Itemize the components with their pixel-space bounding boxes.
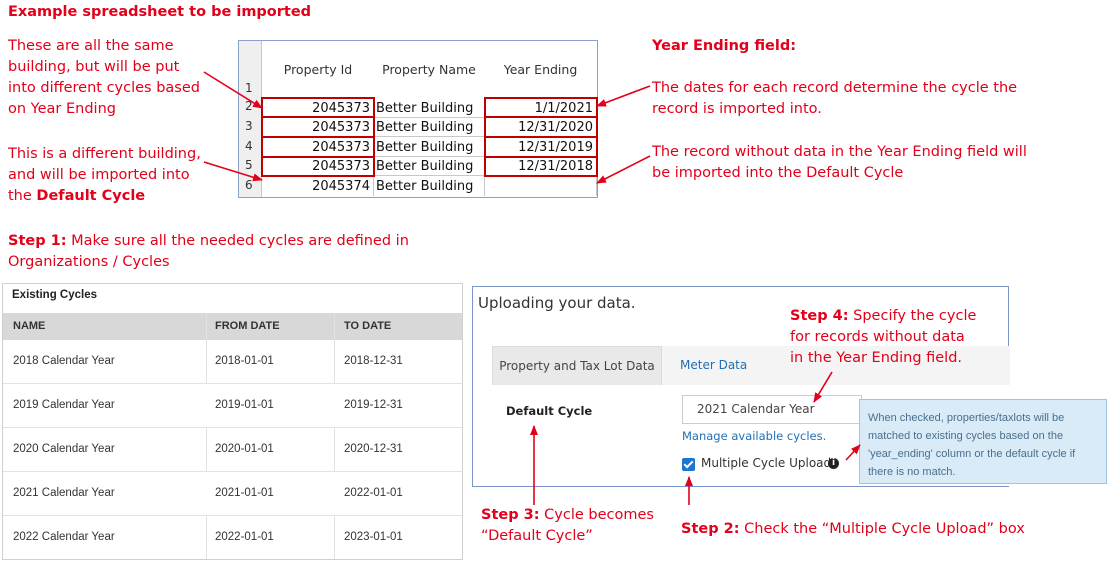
manage-cycles-link[interactable]: Manage available cycles. xyxy=(682,429,826,443)
arrow-no-data xyxy=(596,155,651,184)
note-year-ending-title: Year Ending field: xyxy=(652,38,797,54)
cycle-name: 2021 Calendar Year xyxy=(13,487,115,499)
row-number: 5 xyxy=(245,158,253,172)
cycles-header-row: NAME FROM DATE TO DATE xyxy=(3,313,462,340)
cell-property-name: Better Building xyxy=(374,138,485,157)
cycle-from-date: 2022-01-01 xyxy=(215,531,274,543)
cycle-from-date: 2018-01-01 xyxy=(215,355,274,367)
cycle-to-date: 2020-12-31 xyxy=(344,443,403,455)
default-cycle-label: Default Cycle xyxy=(506,404,593,418)
cell-property-name: Better Building xyxy=(374,118,485,137)
tab-property-tax-lot[interactable]: Property and Tax Lot Data xyxy=(492,346,662,385)
highlight-row xyxy=(261,97,375,118)
header-from-date: FROM DATE xyxy=(215,320,280,332)
row-number: 6 xyxy=(245,178,253,192)
page-heading: Example spreadsheet to be imported xyxy=(8,4,312,20)
cycle-from-date: 2019-01-01 xyxy=(215,399,274,411)
highlight-row xyxy=(484,97,598,118)
multiple-cycle-checkbox[interactable] xyxy=(682,458,695,471)
cycle-from-date: 2020-01-01 xyxy=(215,443,274,455)
cell-year-ending xyxy=(485,177,597,196)
row-number: 4 xyxy=(245,139,253,153)
cycle-to-date: 2023-01-01 xyxy=(344,531,403,543)
cycle-name: 2019 Calendar Year xyxy=(13,399,115,411)
table-row[interactable]: 2020 Calendar Year 2020-01-01 2020-12-31 xyxy=(3,428,462,472)
row-number: 1 xyxy=(245,81,253,95)
note-same-building: These are all the same building, but wil… xyxy=(8,38,200,117)
cell-property-name: Better Building xyxy=(374,99,485,118)
highlight-row xyxy=(484,116,598,138)
highlight-row xyxy=(261,136,375,158)
highlight-row xyxy=(484,136,598,158)
step-1-note: Step 1: Make sure all the needed cycles … xyxy=(8,233,409,270)
table-row[interactable]: 2019 Calendar Year 2019-01-01 2019-12-31 xyxy=(3,384,462,428)
step-4-note: Step 4: Specify the cycle for records wi… xyxy=(790,308,977,366)
note-no-data: The record without data in the Year Endi… xyxy=(652,144,1027,181)
multiple-cycle-tooltip: When checked, properties/taxlots will be… xyxy=(859,399,1107,484)
step-3-note: Step 3: Cycle becomes “Default Cycle” xyxy=(481,507,654,544)
column-header: Property Id xyxy=(283,61,353,77)
row-number: 2 xyxy=(245,99,253,113)
cell-property-name: Better Building xyxy=(374,157,485,176)
note-different-building: This is a different building, and will b… xyxy=(8,146,201,204)
cell-property-name: Better Building xyxy=(374,177,485,196)
tab-meter-data[interactable]: Meter Data xyxy=(680,358,747,372)
existing-cycles-table: Existing Cycles NAME FROM DATE TO DATE 2… xyxy=(2,283,463,560)
multiple-cycle-label: Multiple Cycle Upload xyxy=(701,456,832,470)
default-cycle-select[interactable]: 2021 Calendar Year xyxy=(682,395,862,424)
cycle-to-date: 2019-12-31 xyxy=(344,399,403,411)
cycle-name: 2018 Calendar Year xyxy=(13,355,115,367)
note-year-ending-body: The dates for each record determine the … xyxy=(652,80,1018,117)
cycle-name: 2022 Calendar Year xyxy=(13,531,115,543)
arrow-year-ending xyxy=(596,85,651,107)
row-number-column: 1 2 3 4 5 6 xyxy=(239,41,262,197)
cycle-to-date: 2018-12-31 xyxy=(344,355,403,367)
cycles-title: Existing Cycles xyxy=(12,289,98,301)
info-icon[interactable]: i xyxy=(828,458,839,469)
column-header: Year Ending xyxy=(503,61,578,77)
row-number: 3 xyxy=(245,119,253,133)
highlight-row xyxy=(261,116,375,138)
cell-property-id: 2045374 xyxy=(262,177,374,196)
example-spreadsheet: 1 2 3 4 5 6 Property Id Property Name Ye… xyxy=(238,40,598,198)
table-row[interactable]: 2022 Calendar Year 2022-01-01 2023-01-01 xyxy=(3,516,462,560)
table-row[interactable]: 2021 Calendar Year 2021-01-01 2022-01-01 xyxy=(3,472,462,516)
header-to-date: TO DATE xyxy=(344,320,392,332)
column-header: Property Name xyxy=(382,61,476,77)
step-2-note: Step 2: Check the “Multiple Cycle Upload… xyxy=(681,521,1025,537)
cycle-name: 2020 Calendar Year xyxy=(13,443,115,455)
upload-title: Uploading your data. xyxy=(478,294,636,312)
cycle-from-date: 2021-01-01 xyxy=(215,487,274,499)
table-row[interactable]: 2018 Calendar Year 2018-01-01 2018-12-31 xyxy=(3,340,462,384)
cycle-to-date: 2022-01-01 xyxy=(344,487,403,499)
header-name: NAME xyxy=(13,320,46,332)
